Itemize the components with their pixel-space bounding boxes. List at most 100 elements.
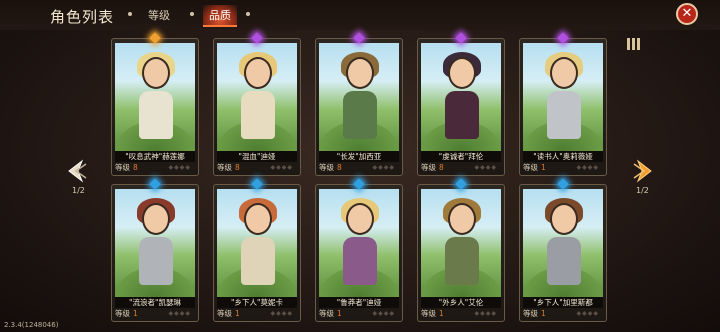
hero-body xyxy=(445,91,479,139)
star-rating: ◆◆◆◆ xyxy=(372,164,395,171)
level-value: 8 xyxy=(235,163,240,172)
hero-level-row: 等级 1 ◆◆◆◆ xyxy=(523,309,603,319)
hero-portrait xyxy=(115,189,195,297)
hero-body xyxy=(343,237,377,285)
hero-head xyxy=(142,203,170,235)
prev-page-label: 1/2 xyxy=(72,186,85,195)
hero-card[interactable]: "外乡人"艾伦 等级 1 ◆◆◆◆ xyxy=(417,184,505,322)
star-rating: ◆◆◆◆ xyxy=(270,164,293,171)
hero-head xyxy=(346,203,374,235)
hero-head xyxy=(550,203,578,235)
hero-card[interactable]: "叹息武神"赫莲娜 等级 8 ◆◆◆◆ xyxy=(111,38,199,176)
level-value: 8 xyxy=(133,163,138,172)
hero-card[interactable]: "流浪者"凯瑟琳 等级 1 ◆◆◆◆ xyxy=(111,184,199,322)
level-value: 8 xyxy=(439,163,444,172)
level-value: 1 xyxy=(133,309,138,318)
hero-body xyxy=(445,237,479,285)
level-label: 等级 xyxy=(319,163,334,172)
tab-quality[interactable]: 品质 xyxy=(203,5,237,27)
level-label: 等级 xyxy=(115,309,130,318)
hero-card[interactable]: "长发"加西亚 等级 8 ◆◆◆◆ xyxy=(315,38,403,176)
level-label: 等级 xyxy=(217,163,232,172)
hero-portrait xyxy=(217,189,297,297)
hero-portrait xyxy=(217,43,297,151)
hero-head xyxy=(448,57,476,89)
next-page-label: 1/2 xyxy=(636,186,649,195)
hero-portrait xyxy=(319,43,399,151)
level-label: 等级 xyxy=(421,163,436,172)
star-rating: ◆◆◆◆ xyxy=(474,164,497,171)
hero-body xyxy=(139,237,173,285)
level-label: 等级 xyxy=(523,163,538,172)
hero-portrait xyxy=(115,43,195,151)
star-rating: ◆◆◆◆ xyxy=(576,164,599,171)
hero-card[interactable]: "乡下人"加里斯都 等级 1 ◆◆◆◆ xyxy=(519,184,607,322)
level-label: 等级 xyxy=(523,309,538,318)
hero-level-row: 等级 1 ◆◆◆◆ xyxy=(319,309,399,319)
hero-name: "虔诚者"拜伦 xyxy=(421,151,501,162)
hero-body xyxy=(241,91,275,139)
hero-level-row: 等级 8 ◆◆◆◆ xyxy=(319,163,399,173)
star-rating: ◆◆◆◆ xyxy=(168,310,191,317)
level-label: 等级 xyxy=(217,309,232,318)
hero-name: "读书人"奥莉薇娅 xyxy=(523,151,603,162)
level-value: 1 xyxy=(541,309,546,318)
hero-body xyxy=(547,91,581,139)
hero-head xyxy=(244,203,272,235)
hero-portrait xyxy=(523,189,603,297)
hero-name: "乡下人"加里斯都 xyxy=(523,297,603,308)
tab-separator-dot xyxy=(190,12,194,16)
hero-level-row: 等级 8 ◆◆◆◆ xyxy=(217,163,297,173)
hero-card[interactable]: "鲁莽者"迪娅 等级 1 ◆◆◆◆ xyxy=(315,184,403,322)
hero-head xyxy=(346,57,374,89)
hero-card[interactable]: "读书人"奥莉薇娅 等级 1 ◆◆◆◆ xyxy=(519,38,607,176)
hero-name: "混血"迪娅 xyxy=(217,151,297,162)
hero-card[interactable]: "乡下人"莫妮卡 等级 1 ◆◆◆◆ xyxy=(213,184,301,322)
level-label: 等级 xyxy=(319,309,334,318)
hero-portrait xyxy=(319,189,399,297)
next-page-arrow-icon[interactable] xyxy=(630,158,656,184)
hero-level-row: 等级 1 ◆◆◆◆ xyxy=(421,309,501,319)
hero-level-row: 等级 8 ◆◆◆◆ xyxy=(115,163,195,173)
version-label: 2.3.4(1248046) xyxy=(4,321,59,329)
hero-portrait xyxy=(421,189,501,297)
hero-level-row: 等级 1 ◆◆◆◆ xyxy=(115,309,195,319)
hero-head xyxy=(448,203,476,235)
level-value: 8 xyxy=(337,163,342,172)
hero-name: "长发"加西亚 xyxy=(319,151,399,162)
close-icon: ✕ xyxy=(681,6,693,21)
hero-card[interactable]: "虔诚者"拜伦 等级 8 ◆◆◆◆ xyxy=(417,38,505,176)
hero-level-row: 等级 1 ◆◆◆◆ xyxy=(217,309,297,319)
hero-name: "鲁莽者"迪娅 xyxy=(319,297,399,308)
top-bar: 角色列表 等级 品质 ✕ xyxy=(0,0,720,30)
level-value: 1 xyxy=(439,309,444,318)
hero-level-row: 等级 8 ◆◆◆◆ xyxy=(421,163,501,173)
page-title: 角色列表 xyxy=(50,8,115,26)
hero-body xyxy=(343,91,377,139)
star-rating: ◆◆◆◆ xyxy=(576,310,599,317)
tab-level[interactable]: 等级 xyxy=(148,7,170,23)
hero-body xyxy=(547,237,581,285)
level-value: 1 xyxy=(337,309,342,318)
star-rating: ◆◆◆◆ xyxy=(168,164,191,171)
close-button[interactable]: ✕ xyxy=(676,3,698,25)
level-value: 1 xyxy=(541,163,546,172)
star-rating: ◆◆◆◆ xyxy=(372,310,395,317)
hero-name: "乡下人"莫妮卡 xyxy=(217,297,297,308)
hero-name: "外乡人"艾伦 xyxy=(421,297,501,308)
tab-separator-dot xyxy=(246,12,250,16)
hero-name: "叹息武神"赫莲娜 xyxy=(115,151,195,162)
level-label: 等级 xyxy=(421,309,436,318)
hero-portrait xyxy=(523,43,603,151)
hero-head xyxy=(142,57,170,89)
hero-body xyxy=(241,237,275,285)
prev-page-arrow-icon[interactable] xyxy=(64,158,90,184)
hero-body xyxy=(139,91,173,139)
level-label: 等级 xyxy=(115,163,130,172)
hero-card[interactable]: "混血"迪娅 等级 8 ◆◆◆◆ xyxy=(213,38,301,176)
star-rating: ◆◆◆◆ xyxy=(474,310,497,317)
star-rating: ◆◆◆◆ xyxy=(270,310,293,317)
hero-name: "流浪者"凯瑟琳 xyxy=(115,297,195,308)
list-view-icon[interactable] xyxy=(627,38,641,50)
level-value: 1 xyxy=(235,309,240,318)
